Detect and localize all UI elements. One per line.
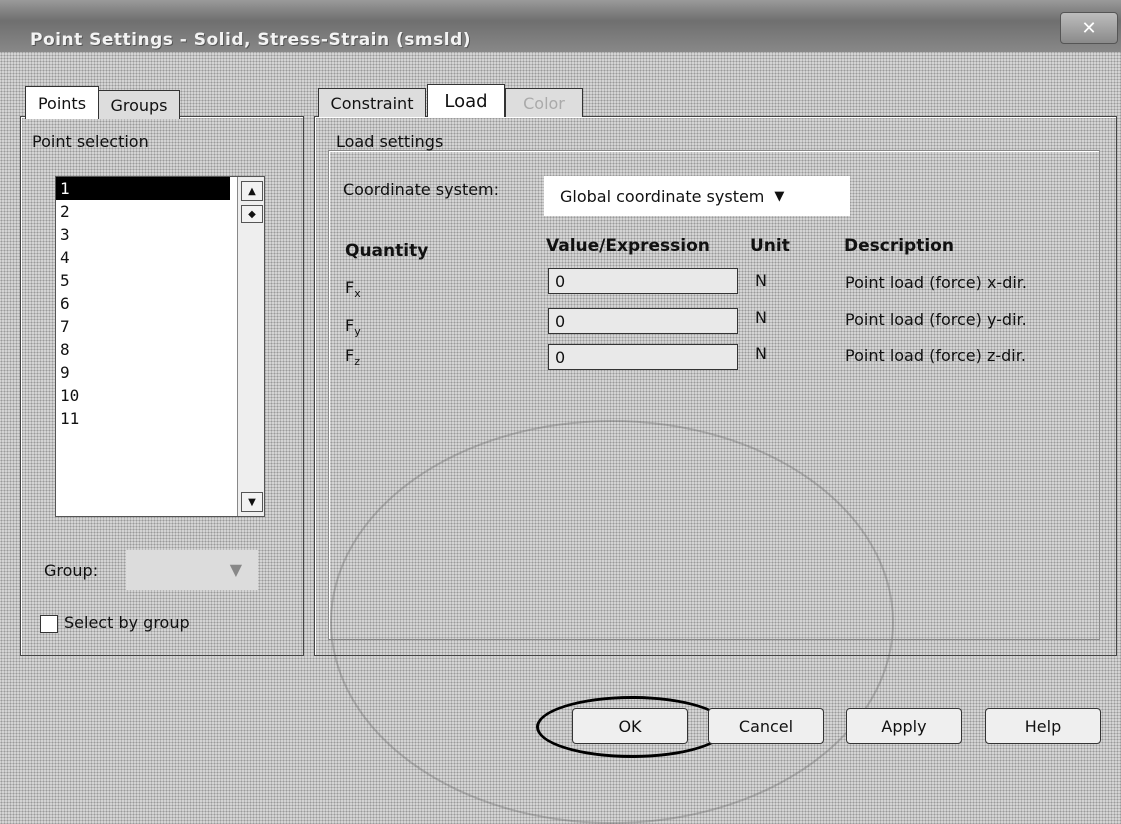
fy-unit: N — [755, 308, 767, 327]
group-label: Group: — [44, 561, 99, 580]
fx-description: Point load (force) x-dir. — [845, 273, 1027, 292]
tab-constraint[interactable]: Constraint — [318, 88, 426, 117]
apply-button[interactable]: Apply — [846, 708, 962, 744]
chevron-down-icon: ▼ — [229, 560, 242, 579]
select-by-group-checkbox[interactable] — [40, 615, 58, 633]
list-item[interactable]: 3 — [56, 223, 264, 246]
window-title: Point Settings - Solid, Stress-Strain (s… — [30, 30, 472, 50]
fx-unit: N — [755, 271, 767, 290]
column-header-description: Description — [844, 236, 954, 256]
list-item[interactable]: 11 — [56, 407, 264, 430]
list-item[interactable]: 8 — [56, 338, 264, 361]
title-bar: Point Settings - Solid, Stress-Strain (s… — [0, 0, 1121, 52]
fz-description: Point load (force) z-dir. — [845, 346, 1026, 365]
tab-color[interactable]: Color — [505, 88, 583, 117]
tab-points[interactable]: Points — [25, 86, 99, 119]
coordinate-system-label: Coordinate system: — [343, 180, 500, 199]
fy-description: Point load (force) y-dir. — [845, 310, 1027, 329]
load-settings-title: Load settings — [336, 132, 444, 151]
point-list[interactable]: 1 2 3 4 5 6 7 8 9 10 11 ▲ ◆ ▼ — [55, 176, 265, 517]
list-item[interactable]: 5 — [56, 269, 264, 292]
list-item[interactable]: 4 — [56, 246, 264, 269]
help-button[interactable]: Help — [985, 708, 1101, 744]
point-selection-header: Point selection — [32, 132, 149, 151]
fz-value-input[interactable]: 0 — [548, 344, 738, 370]
point-list-scrollbar[interactable]: ▲ ◆ ▼ — [237, 177, 264, 516]
fz-unit: N — [755, 344, 767, 363]
list-item[interactable]: 10 — [56, 384, 264, 407]
tab-groups[interactable]: Groups — [98, 90, 180, 119]
chevron-down-icon: ▼ — [774, 188, 785, 204]
cancel-button[interactable]: Cancel — [708, 708, 824, 744]
list-item[interactable]: 6 — [56, 292, 264, 315]
triangle-down-icon: ▼ — [248, 496, 256, 508]
group-select[interactable]: ▼ — [126, 550, 258, 590]
column-header-quantity: Quantity — [345, 241, 429, 261]
load-settings-group — [328, 150, 1100, 640]
select-by-group-label: Select by group — [64, 613, 190, 632]
quantity-fx: Fx — [345, 278, 361, 301]
grip-icon: ◆ — [248, 208, 256, 220]
fx-value-input[interactable]: 0 — [548, 268, 738, 294]
scroll-down-button[interactable]: ▼ — [241, 492, 263, 512]
fy-value-input[interactable]: 0 — [548, 308, 738, 334]
close-icon: ✕ — [1081, 17, 1097, 39]
list-item[interactable]: 2 — [56, 200, 264, 223]
list-item[interactable]: 9 — [56, 361, 264, 384]
quantity-fz: Fz — [345, 346, 360, 369]
column-header-value: Value/Expression — [546, 236, 710, 256]
close-button[interactable]: ✕ — [1060, 12, 1118, 44]
list-item[interactable]: 1 — [56, 177, 230, 200]
list-item[interactable]: 7 — [56, 315, 264, 338]
scroll-thumb[interactable]: ◆ — [241, 205, 263, 223]
ok-highlight-circle — [536, 696, 728, 758]
tab-load[interactable]: Load — [427, 84, 505, 117]
scroll-up-button[interactable]: ▲ — [241, 181, 263, 201]
coordinate-system-select[interactable]: Global coordinate system ▼ — [544, 176, 850, 216]
triangle-up-icon: ▲ — [248, 185, 256, 197]
column-header-unit: Unit — [750, 236, 790, 256]
quantity-fy: Fy — [345, 316, 361, 339]
